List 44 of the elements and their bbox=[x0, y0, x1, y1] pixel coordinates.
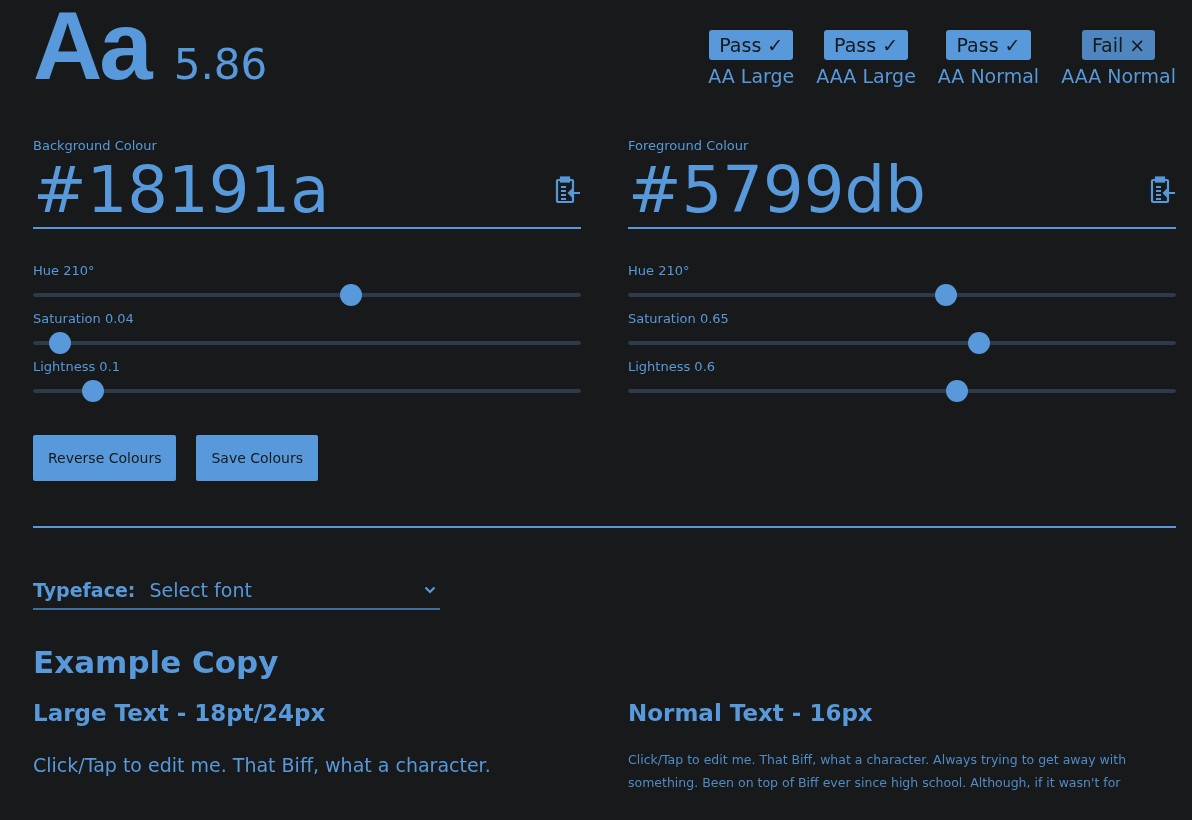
slider-label: Hue 210° bbox=[628, 263, 691, 279]
typeface-label: Typeface: bbox=[33, 579, 136, 601]
slider-thumb[interactable] bbox=[934, 284, 957, 306]
clipboard-icon[interactable] bbox=[555, 176, 581, 204]
pass-badge: Pass ✓ bbox=[946, 30, 1031, 60]
example-heading: Normal Text - 16px bbox=[628, 700, 874, 726]
action-button[interactable]: Save Colours bbox=[196, 435, 318, 481]
section-heading: Example Copy bbox=[33, 644, 280, 680]
slider-track[interactable] bbox=[33, 332, 581, 354]
sample-text: Aa bbox=[33, 0, 150, 97]
check-label: AAA Normal bbox=[1061, 65, 1176, 87]
font-select[interactable]: Select font bbox=[149, 579, 410, 601]
example-paragraph[interactable]: Click/Tap to edit me. That Biff, what a character. bbox=[33, 754, 581, 776]
chevron-down-icon bbox=[424, 586, 436, 594]
slider-thumb[interactable] bbox=[339, 284, 362, 306]
check-label: AA Normal bbox=[937, 65, 1040, 87]
pass-badge: Pass ✓ bbox=[709, 30, 794, 60]
example-heading: Large Text - 18pt/24px bbox=[33, 700, 327, 726]
field-label: Foreground Colour bbox=[628, 138, 750, 153]
slider-label: Saturation 0.65 bbox=[628, 311, 730, 327]
slider-label: Lightness 0.1 bbox=[33, 359, 122, 375]
slider-thumb[interactable] bbox=[945, 380, 968, 402]
action-button[interactable]: Reverse Colours bbox=[33, 435, 177, 481]
slider-track[interactable] bbox=[33, 380, 581, 402]
check-label: AA Large bbox=[708, 65, 795, 87]
example-paragraph[interactable]: Click/Tap to edit me. That Biff, what a character. Always trying to get away with something. Been on top of Biff ever since high school. Although, if it wasn't for bbox=[628, 748, 1176, 794]
hex-value[interactable]: #5799db bbox=[628, 158, 926, 222]
slider-label: Saturation 0.04 bbox=[33, 311, 135, 327]
slider-track[interactable] bbox=[628, 284, 1176, 306]
slider-track[interactable] bbox=[628, 380, 1176, 402]
field-label: Background Colour bbox=[33, 138, 158, 153]
slider-thumb[interactable] bbox=[49, 332, 72, 354]
pass-badge: Pass ✓ bbox=[824, 30, 909, 60]
fail-badge: Fail × bbox=[1081, 30, 1156, 60]
slider-label: Hue 210° bbox=[33, 263, 96, 279]
contrast-ratio: 5.86 bbox=[173, 40, 268, 89]
clipboard-icon[interactable] bbox=[1150, 176, 1176, 204]
slider-thumb[interactable] bbox=[967, 332, 990, 354]
slider-track[interactable] bbox=[628, 332, 1176, 354]
slider-thumb[interactable] bbox=[82, 380, 105, 402]
slider-track[interactable] bbox=[33, 284, 581, 306]
check-label: AAA Large bbox=[816, 65, 916, 87]
slider-label: Lightness 0.6 bbox=[628, 359, 717, 375]
hex-value[interactable]: #18191a bbox=[33, 158, 330, 222]
